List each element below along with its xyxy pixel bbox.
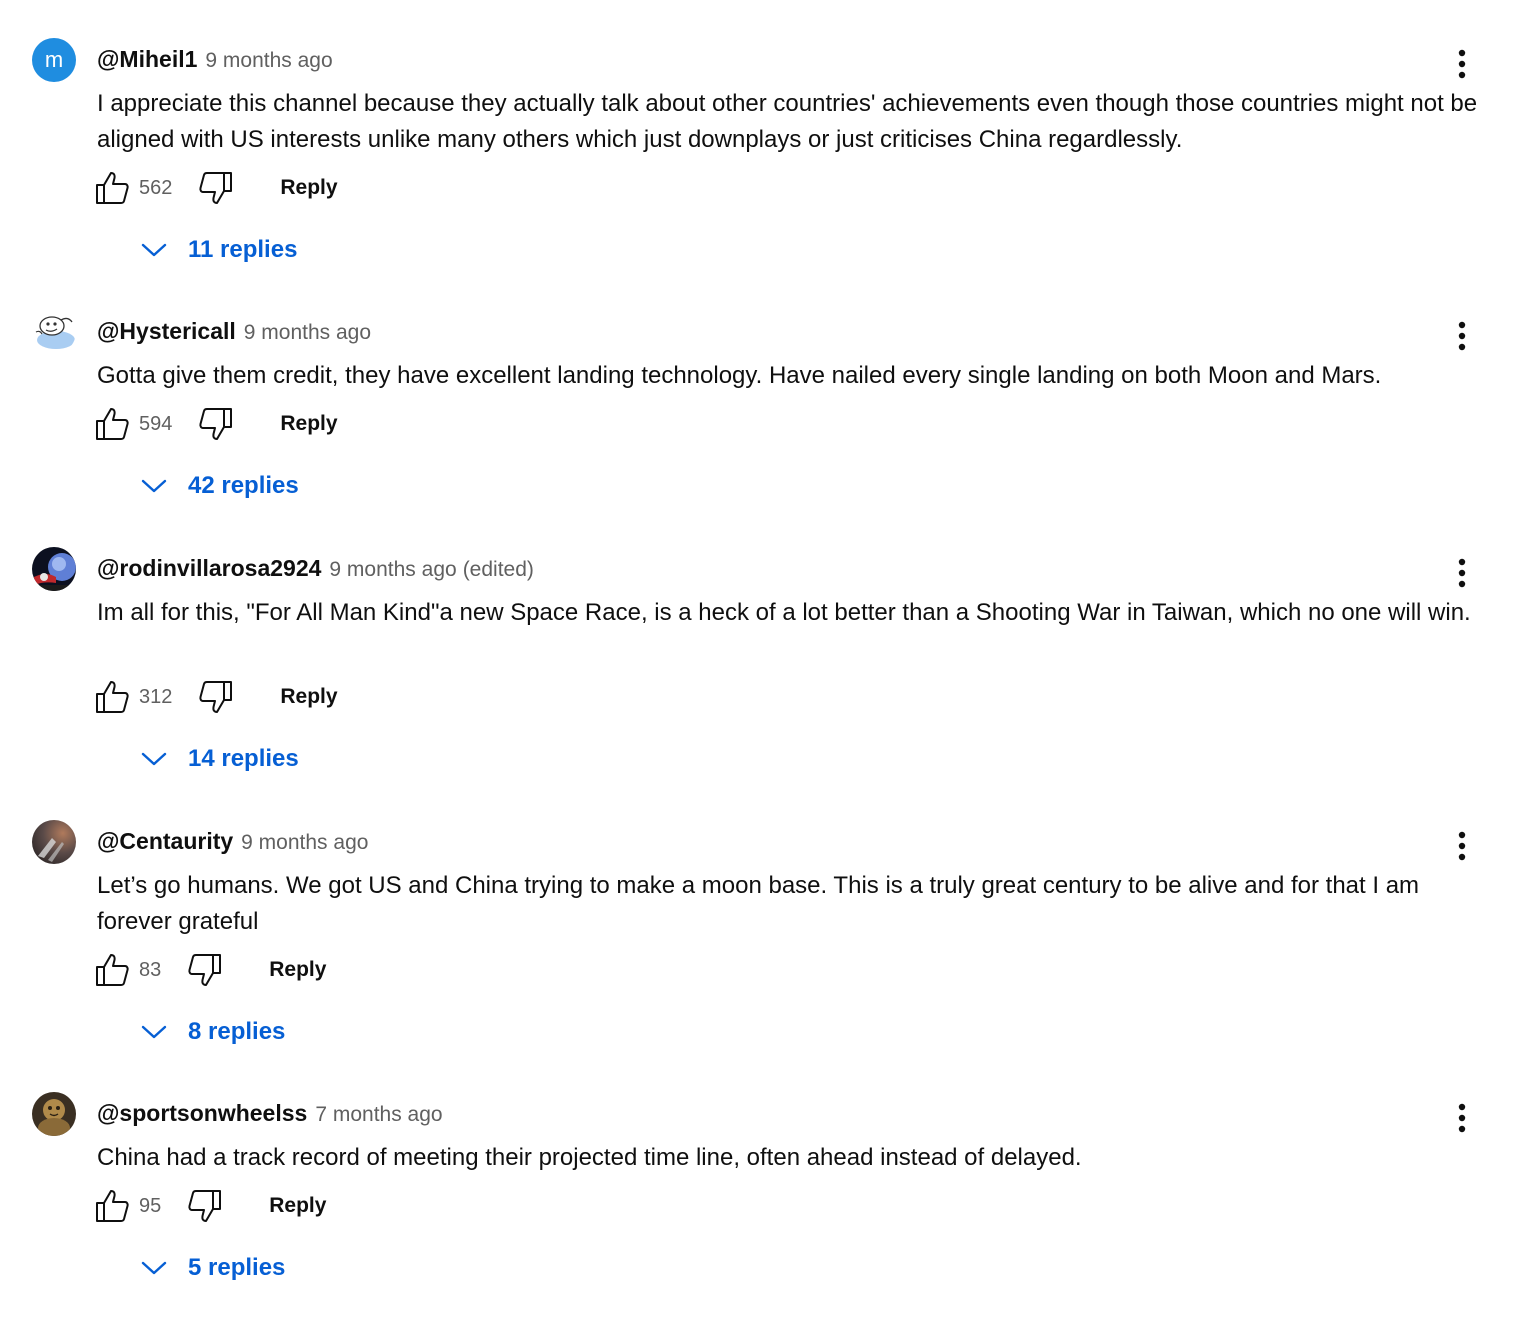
more-vert-icon (1458, 1103, 1466, 1133)
more-vert-icon (1458, 49, 1466, 79)
author-name[interactable]: @Miheil1 (97, 46, 197, 73)
reply-button[interactable]: Reply (269, 958, 326, 982)
space-avatar-icon (32, 547, 76, 591)
replies-label: 5 replies (188, 1254, 286, 1281)
thumb-up-icon (96, 408, 129, 440)
thumb-down-icon (199, 681, 233, 713)
avatar[interactable] (32, 310, 76, 354)
chevron-down-icon (138, 470, 170, 502)
view-replies-button[interactable]: 8 replies (138, 1012, 285, 1052)
view-replies-button[interactable]: 42 replies (138, 466, 299, 506)
author-name[interactable]: @Hystericall (97, 318, 236, 345)
more-actions-button[interactable] (1442, 826, 1482, 866)
replies-label: 8 replies (188, 1018, 286, 1045)
more-vert-icon (1458, 831, 1466, 861)
thumb-up-icon (96, 1190, 129, 1222)
timestamp[interactable]: 7 months ago (315, 1103, 442, 1127)
chevron-down-icon (138, 1252, 170, 1284)
like-count: 594 (139, 412, 173, 435)
like-button[interactable] (92, 1186, 132, 1226)
more-actions-button[interactable] (1442, 316, 1482, 356)
author-name[interactable]: @sportsonwheelss (97, 1100, 307, 1127)
avatar[interactable] (32, 547, 76, 591)
comment-actions: 312 Reply (92, 675, 338, 719)
timestamp[interactable]: 9 months ago (244, 321, 371, 345)
comment-thread: m @Miheil1 9 months ago I appreciate thi… (0, 22, 1522, 282)
chevron-down-icon (138, 1016, 170, 1048)
comment-text: Gotta give them credit, they have excell… (97, 362, 1382, 389)
reply-button[interactable]: Reply (269, 1194, 326, 1218)
thumb-down-icon (199, 172, 233, 204)
chevron-down-icon (138, 743, 170, 775)
more-actions-button[interactable] (1442, 553, 1482, 593)
dislike-button[interactable] (196, 168, 236, 208)
like-button[interactable] (92, 168, 132, 208)
comment-text: Im all for this, "For All Man Kind"a new… (97, 599, 1471, 626)
thumb-down-icon (199, 408, 233, 440)
comment-thread: @rodinvillarosa2924 9 months ago (edited… (0, 531, 1522, 791)
comment-actions: 594 Reply (92, 402, 338, 446)
thumb-up-icon (96, 172, 129, 204)
dislike-button[interactable] (196, 677, 236, 717)
replies-label: 42 replies (188, 472, 299, 499)
cartoon-avatar-icon (32, 310, 76, 354)
comment-header: @Miheil1 9 months ago (97, 46, 333, 78)
view-replies-button[interactable]: 14 replies (138, 739, 299, 779)
reply-button[interactable]: Reply (280, 412, 337, 436)
avatar[interactable] (32, 820, 76, 864)
comment-actions: 562 Reply (92, 166, 338, 210)
like-count: 83 (139, 958, 162, 981)
like-button[interactable] (92, 677, 132, 717)
comment-actions: 95 Reply (92, 1184, 326, 1228)
thumb-down-icon (188, 1190, 222, 1222)
comment-thread: @Centaurity 9 months ago Let’s go humans… (0, 804, 1522, 1064)
thumb-up-icon (96, 954, 129, 986)
comment-text: I appreciate this channel because they a… (97, 90, 1478, 153)
thumb-up-icon (96, 681, 129, 713)
more-actions-button[interactable] (1442, 44, 1482, 84)
dislike-button[interactable] (185, 1186, 225, 1226)
replies-label: 14 replies (188, 745, 299, 772)
comment-actions: 83 Reply (92, 948, 326, 992)
edited-label: (edited) (462, 558, 534, 581)
comment-header: @sportsonwheelss 7 months ago (97, 1100, 443, 1132)
timestamp[interactable]: 9 months ago (241, 831, 368, 855)
reply-button[interactable]: Reply (280, 685, 337, 709)
bronze-photo-avatar-icon (32, 1092, 76, 1136)
view-replies-button[interactable]: 5 replies (138, 1248, 285, 1288)
chevron-down-icon (138, 234, 170, 266)
avatar[interactable] (32, 1092, 76, 1136)
dark-photo-avatar-icon (32, 820, 76, 864)
author-name[interactable]: @Centaurity (97, 828, 233, 855)
more-actions-button[interactable] (1442, 1098, 1482, 1138)
view-replies-button[interactable]: 11 replies (138, 230, 297, 270)
comment-header: @Centaurity 9 months ago (97, 828, 368, 860)
like-count: 562 (139, 176, 173, 199)
like-count: 312 (139, 685, 173, 708)
like-button[interactable] (92, 950, 132, 990)
thumb-down-icon (188, 954, 222, 986)
dislike-button[interactable] (185, 950, 225, 990)
comment-thread: @sportsonwheelss 7 months ago China had … (0, 1076, 1522, 1336)
comment-text: Let’s go humans. We got US and China try… (97, 872, 1420, 935)
comment-text: China had a track record of meeting thei… (97, 1144, 1082, 1171)
timestamp[interactable]: 9 months ago (205, 49, 332, 73)
avatar[interactable]: m (32, 38, 76, 82)
like-count: 95 (139, 1194, 162, 1217)
author-name[interactable]: @rodinvillarosa2924 (97, 555, 321, 582)
avatar-letter: m (32, 38, 76, 82)
like-button[interactable] (92, 404, 132, 444)
comment-thread: @Hystericall 9 months ago Gotta give the… (0, 294, 1522, 554)
more-vert-icon (1458, 558, 1466, 588)
timestamp[interactable]: 9 months ago (329, 558, 456, 582)
dislike-button[interactable] (196, 404, 236, 444)
replies-label: 11 replies (188, 236, 298, 263)
comment-header: @Hystericall 9 months ago (97, 318, 371, 350)
more-vert-icon (1458, 321, 1466, 351)
reply-button[interactable]: Reply (280, 176, 337, 200)
comment-header: @rodinvillarosa2924 9 months ago (edited… (97, 555, 534, 587)
